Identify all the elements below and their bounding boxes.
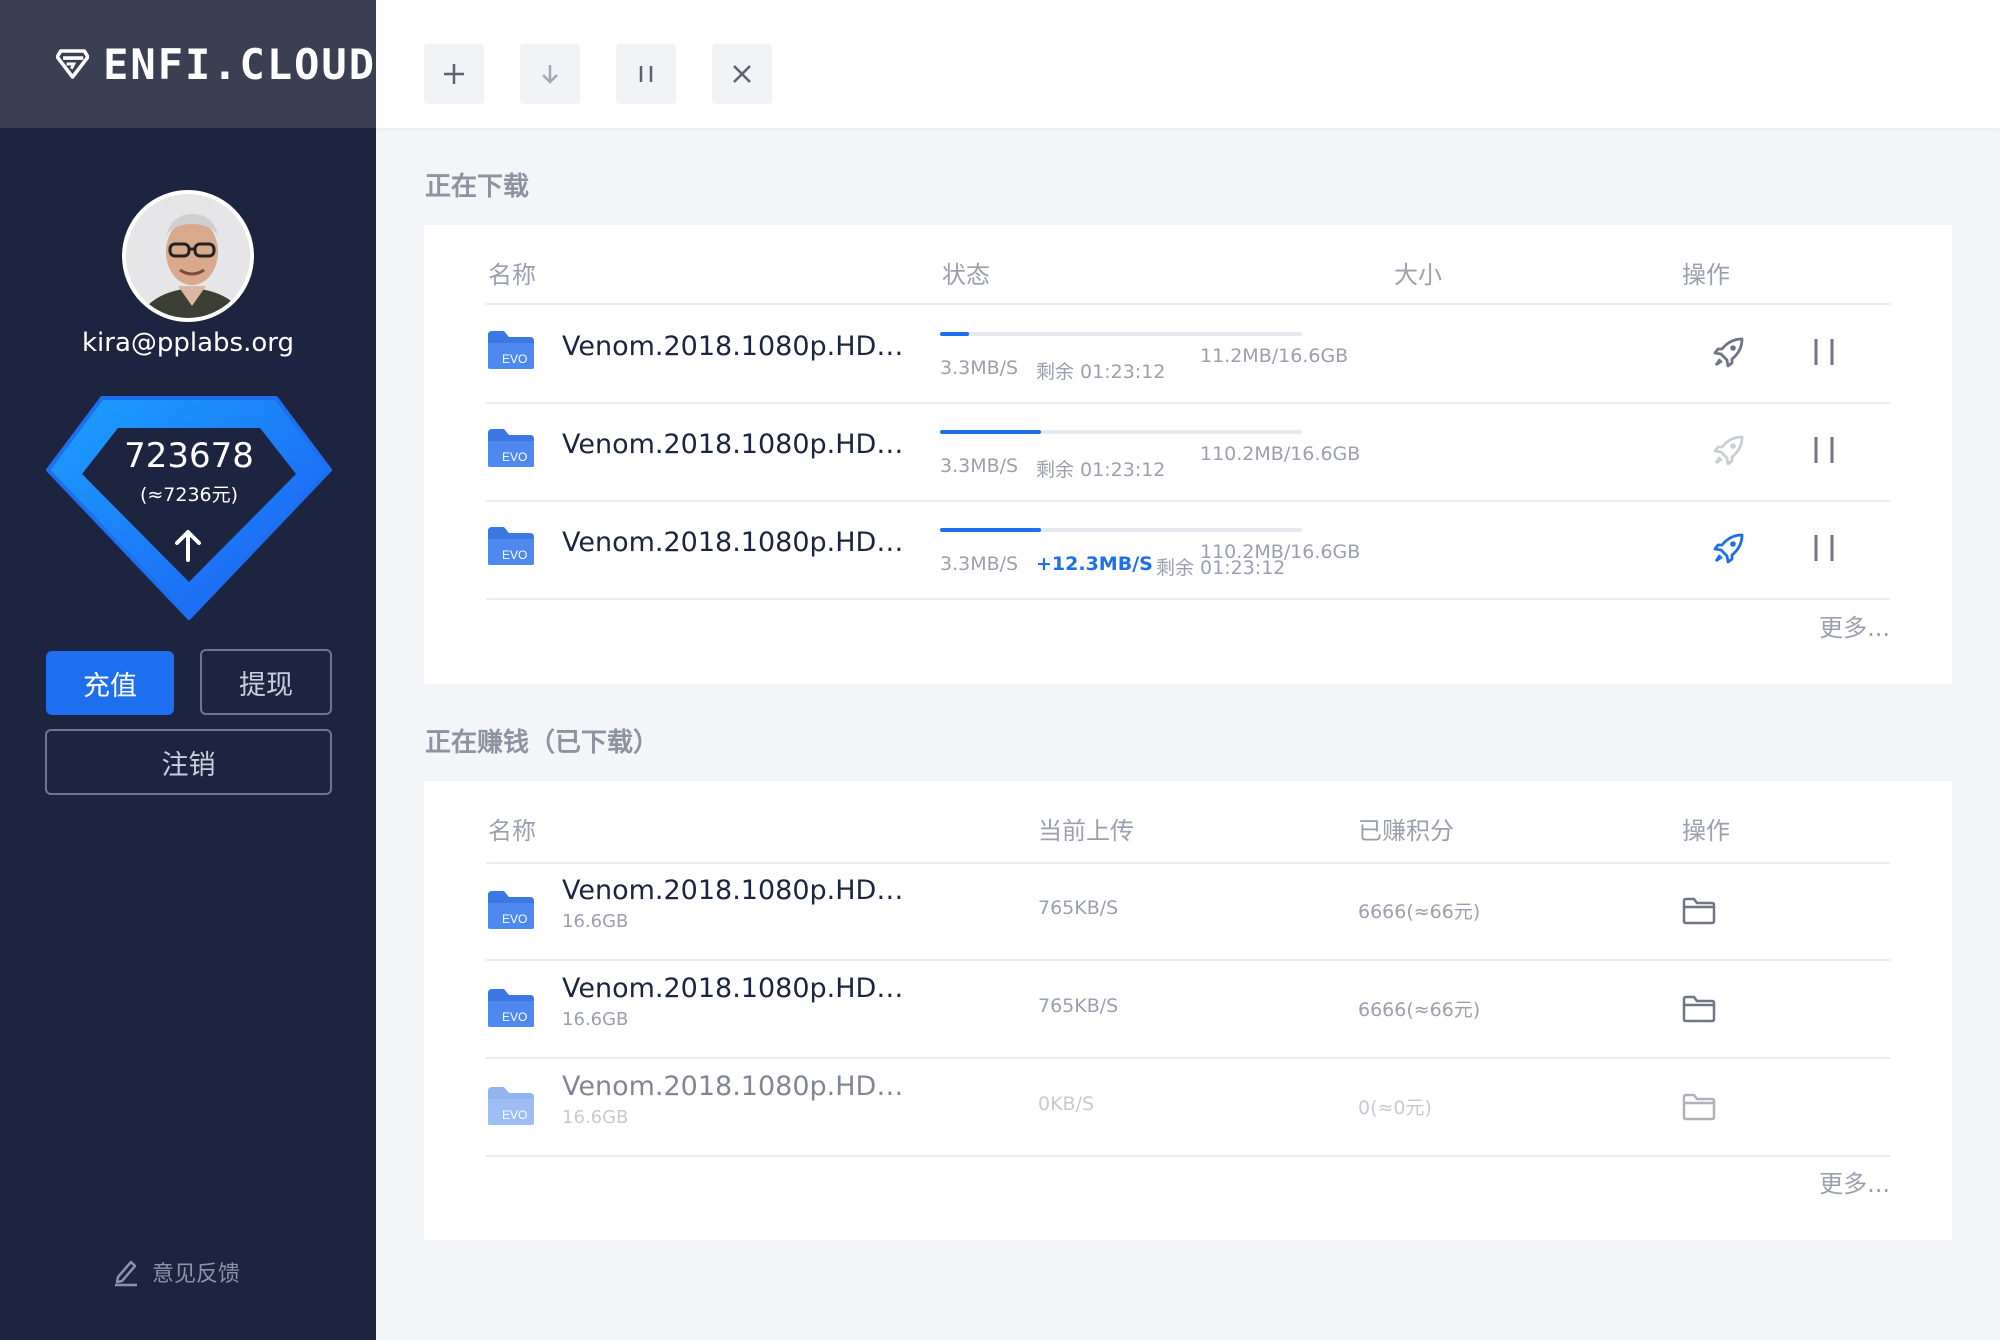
folder-badge: EVO	[502, 548, 527, 562]
rocket-icon[interactable]	[1712, 531, 1746, 565]
download-speed: 3.3MB/S	[940, 455, 1019, 477]
boost-speed: +12.3MB/S	[1036, 553, 1153, 575]
col-header-earned: 已赚积分	[1358, 817, 1454, 845]
video-folder-icon: EVO	[488, 989, 534, 1027]
time-remaining: 剩余 01:23:12	[1036, 361, 1166, 383]
avatar[interactable]	[122, 190, 254, 322]
time-remaining: 剩余 01:23:12	[1036, 459, 1166, 481]
folder-badge: EVO	[502, 450, 527, 464]
file-size: 16.6GB	[562, 1107, 629, 1128]
file-name: Venom.2018.1080p.HD…	[562, 1071, 904, 1102]
earning-more-link[interactable]: 更多...	[1819, 1164, 1890, 1199]
seeding-row[interactable]: EVO Venom.2018.1080p.HD… 16.6GB 0KB/S 0(≈0元)	[486, 1059, 1890, 1157]
add-task-button[interactable]	[424, 44, 484, 104]
open-folder-icon[interactable]	[1682, 1093, 1716, 1121]
downloading-section-title: 正在下载	[425, 172, 530, 202]
pause-task-icon[interactable]	[1810, 435, 1838, 465]
rocket-icon[interactable]	[1712, 433, 1746, 467]
close-icon	[733, 65, 751, 83]
feedback-label: 意见反馈	[152, 1262, 241, 1287]
points-balance: 723678	[124, 436, 254, 476]
divider	[486, 1155, 1890, 1157]
edit-icon	[115, 1260, 137, 1287]
download-progress-bar	[940, 528, 1302, 532]
col-header-name: 名称	[488, 817, 536, 845]
downloading-card: 名称 状态 大小 操作 EVO Venom.2018.1080p.HD… 3.3MB…	[424, 225, 1952, 684]
col-header-size: 大小	[1394, 261, 1442, 289]
arrow-up-icon[interactable]	[173, 528, 203, 562]
downloading-more-link[interactable]: 更多...	[1819, 608, 1890, 643]
pause-all-button[interactable]	[616, 44, 676, 104]
pause-task-icon[interactable]	[1810, 337, 1838, 367]
download-progress-fill	[940, 430, 1042, 434]
download-progress-bar	[940, 332, 1302, 336]
col-header-action: 操作	[1682, 817, 1730, 845]
file-size: 16.6GB	[562, 911, 629, 932]
col-header-status: 状态	[942, 261, 990, 289]
video-folder-icon: EVO	[488, 429, 534, 467]
video-folder-icon: EVO	[488, 527, 534, 565]
open-folder-icon[interactable]	[1682, 897, 1716, 925]
col-header-action: 操作	[1682, 261, 1730, 289]
file-name: Venom.2018.1080p.HD…	[562, 331, 904, 362]
folder-badge: EVO	[502, 1108, 527, 1122]
user-email: kira@pplabs.org	[81, 328, 295, 358]
points-yuan-value: (≈7236元)	[139, 484, 239, 506]
brand-logo-icon	[56, 49, 90, 79]
toolbar	[376, 0, 2000, 128]
download-row[interactable]: EVO Venom.2018.1080p.HD… 3.3MB/S +12.3MB/S 剩…	[486, 501, 1890, 599]
points-diamond	[46, 396, 332, 620]
seeding-row[interactable]: EVO Venom.2018.1080p.HD… 16.6GB 765KB/S 6666…	[486, 961, 1890, 1059]
file-name: Venom.2018.1080p.HD…	[562, 973, 904, 1004]
pause-task-icon[interactable]	[1810, 533, 1838, 563]
earned-points: 6666(≈66元)	[1358, 999, 1481, 1021]
earning-section-title: 正在赚钱（已下载）	[425, 728, 660, 758]
video-folder-icon: EVO	[488, 891, 534, 929]
folder-badge: EVO	[502, 1010, 527, 1024]
divider	[486, 598, 1890, 600]
delete-button[interactable]	[712, 44, 772, 104]
col-header-name: 名称	[488, 261, 536, 289]
seeding-row[interactable]: EVO Venom.2018.1080p.HD… 16.6GB 765KB/S 6666…	[486, 863, 1890, 961]
brand-name: ENFI.CLOUD	[103, 39, 376, 89]
download-progress-fill	[940, 332, 969, 336]
avatar-portrait	[126, 194, 250, 318]
sidebar: ENFI.CLOUD kira@pplabs.org 723678 (≈7236…	[0, 0, 376, 1340]
download-icon	[542, 65, 558, 84]
rocket-icon[interactable]	[1712, 335, 1746, 369]
download-row[interactable]: EVO Venom.2018.1080p.HD… 3.3MB/S 剩余 01:23:1…	[486, 403, 1890, 501]
earned-points: 0(≈0元)	[1358, 1097, 1432, 1119]
feedback-link[interactable]: 意见反馈	[112, 1256, 240, 1288]
brand-header: ENFI.CLOUD	[0, 0, 376, 128]
download-size: 110.2MB/16.6GB	[1200, 443, 1361, 465]
earning-card: 名称 当前上传 已赚积分 操作 EVO Venom.2018.1080p.HD… 1…	[424, 781, 1952, 1240]
recharge-button[interactable]: 充值	[46, 651, 174, 715]
plus-icon	[444, 64, 464, 84]
video-folder-icon: EVO	[488, 1087, 534, 1125]
download-button[interactable]	[520, 44, 580, 104]
file-name: Venom.2018.1080p.HD…	[562, 527, 904, 558]
open-folder-icon[interactable]	[1682, 995, 1716, 1023]
download-progress-bar	[940, 430, 1302, 434]
upload-speed: 0KB/S	[1038, 1093, 1095, 1115]
withdraw-button[interactable]: 提现	[200, 649, 332, 715]
file-size: 16.6GB	[562, 1009, 629, 1030]
folder-badge: EVO	[502, 912, 527, 926]
logout-button[interactable]: 注销	[45, 729, 332, 795]
file-name: Venom.2018.1080p.HD…	[562, 429, 904, 460]
download-speed: 3.3MB/S	[940, 553, 1019, 575]
download-size: 110.2MB/16.6GB	[1200, 541, 1361, 563]
download-row[interactable]: EVO Venom.2018.1080p.HD… 3.3MB/S 剩余 01:23:1…	[486, 305, 1890, 403]
download-size: 11.2MB/16.6GB	[1200, 345, 1349, 367]
video-folder-icon: EVO	[488, 331, 534, 369]
upload-speed: 765KB/S	[1038, 995, 1119, 1017]
upload-speed: 765KB/S	[1038, 897, 1119, 919]
file-name: Venom.2018.1080p.HD…	[562, 875, 904, 906]
pause-icon	[639, 66, 653, 82]
download-speed: 3.3MB/S	[940, 357, 1019, 379]
download-progress-fill	[940, 528, 1042, 532]
earned-points: 6666(≈66元)	[1358, 901, 1481, 923]
col-header-upload: 当前上传	[1038, 817, 1134, 845]
folder-badge: EVO	[502, 352, 527, 366]
